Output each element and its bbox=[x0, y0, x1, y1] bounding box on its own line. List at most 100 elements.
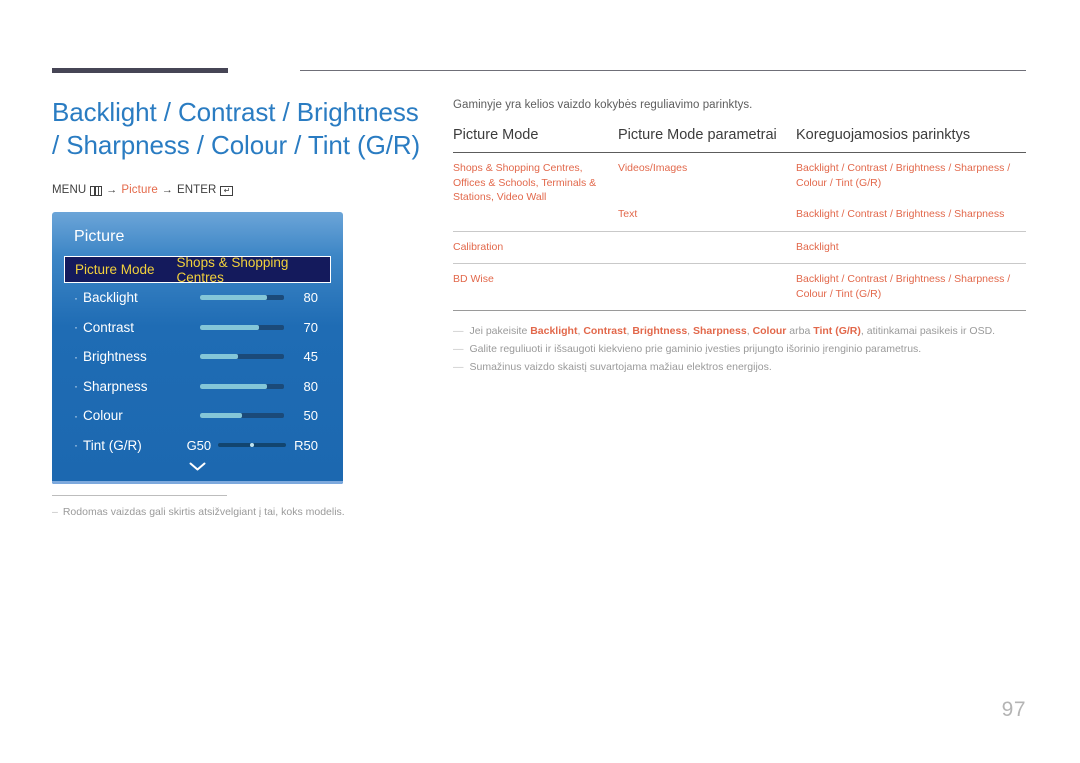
cell-mode: Calibration bbox=[453, 240, 504, 253]
slider-track bbox=[200, 383, 284, 389]
cell-adjustable: Backlight bbox=[796, 240, 839, 253]
cell-mode: Shops & Shopping Centres, Offices & Scho… bbox=[453, 162, 597, 203]
col-header-parameters: Picture Mode parametrai bbox=[618, 127, 777, 143]
backlight-slider[interactable] bbox=[200, 295, 284, 301]
col-header-picture-mode: Picture Mode bbox=[453, 127, 539, 143]
brightness-slider[interactable] bbox=[200, 354, 284, 360]
footnote-dash: — bbox=[453, 361, 464, 373]
slider-track bbox=[200, 324, 284, 330]
slider-fill bbox=[200, 383, 268, 389]
slider-fill bbox=[200, 413, 242, 419]
footnote-text: Galite reguliuoti ir išsaugoti kiekvieno… bbox=[469, 343, 922, 355]
bullet-icon: · bbox=[74, 290, 78, 305]
tint-right-value: R50 bbox=[294, 437, 318, 453]
footnote-dash: – bbox=[52, 506, 58, 518]
footnote-highlight: Tint (G/R) bbox=[813, 325, 861, 337]
osd-menu-list: Picture Mode Shops & Shopping Centres · … bbox=[52, 255, 343, 461]
osd-row-picture-mode[interactable]: Picture Mode Shops & Shopping Centres bbox=[64, 255, 331, 285]
tint-slider[interactable] bbox=[218, 443, 287, 448]
left-column: Backlight / Contrast / Brightness / Shar… bbox=[52, 96, 432, 196]
osd-row-label: Picture Mode bbox=[75, 262, 155, 277]
sharpness-slider[interactable] bbox=[200, 383, 284, 389]
menu-label: MENU bbox=[52, 184, 87, 196]
cell-param bbox=[618, 231, 796, 264]
slider-fill bbox=[200, 324, 259, 330]
footnote-dash: — bbox=[453, 325, 464, 337]
col-header-adjustable: Koreguojamosios parinktys bbox=[796, 127, 971, 143]
cell-adjustable: Backlight / Contrast / Brightness / Shar… bbox=[796, 273, 1011, 300]
footnote-text: Rodomas vaizdas gali skirtis atsižvelgia… bbox=[62, 506, 345, 518]
menu-breadcrumb: MENU → Picture → ENTER ↵ bbox=[52, 184, 432, 196]
bullet-icon: · bbox=[74, 349, 78, 364]
footnote-line: — Sumažinus vaizdo skaistį suvartojama m… bbox=[453, 358, 1026, 376]
osd-row-value: 50 bbox=[303, 408, 318, 424]
table-body: Shops & Shopping Centres, Offices & Scho… bbox=[453, 153, 1026, 311]
header-rule-thick bbox=[52, 68, 228, 73]
osd-row-value: 45 bbox=[303, 349, 318, 365]
table-row: Shops & Shopping Centres, Offices & Scho… bbox=[453, 153, 1026, 203]
osd-row-backlight[interactable]: · Backlight 80 bbox=[52, 283, 343, 313]
chevron-down-icon[interactable] bbox=[52, 460, 343, 473]
osd-row-label: Contrast bbox=[83, 319, 135, 335]
enter-label: ENTER bbox=[176, 184, 217, 196]
osd-row-label: Colour bbox=[83, 408, 123, 424]
bullet-icon: · bbox=[74, 438, 78, 453]
footnote-line: — Jei pakeisite Backlight, Contrast, Bri… bbox=[453, 322, 1026, 340]
slider-fill bbox=[200, 295, 268, 301]
osd-row-sharpness[interactable]: · Sharpness 80 bbox=[52, 372, 343, 402]
arrow-right-icon-2: → bbox=[161, 183, 173, 196]
osd-row-label: Backlight bbox=[83, 290, 138, 306]
header-rules bbox=[52, 68, 1026, 74]
osd-row-label: Brightness bbox=[83, 349, 147, 365]
slider-track bbox=[200, 413, 284, 419]
menu-grid-icon bbox=[90, 186, 103, 196]
right-footnotes: — Jei pakeisite Backlight, Contrast, Bri… bbox=[453, 322, 1026, 376]
osd-row-colour[interactable]: · Colour 50 bbox=[52, 401, 343, 431]
cell-param: Text bbox=[618, 208, 638, 220]
osd-row-label: Tint (G/R) bbox=[83, 437, 142, 453]
osd-picture-panel[interactable]: Picture Picture Mode Shops & Shopping Ce… bbox=[52, 212, 343, 484]
left-footnote: – Rodomas vaizdas gali skirtis atsižvelg… bbox=[52, 495, 392, 519]
footnote-highlight: Colour bbox=[752, 325, 787, 337]
header-rule-thin bbox=[300, 70, 1026, 71]
table-header-row: Picture Mode Picture Mode parametrai Kor… bbox=[453, 127, 1026, 153]
osd-row-contrast[interactable]: · Contrast 70 bbox=[52, 313, 343, 343]
arrow-right-icon-1: → bbox=[106, 183, 118, 196]
osd-row-tint[interactable]: · Tint (G/R) G50 R50 bbox=[52, 431, 343, 461]
bullet-icon: · bbox=[74, 320, 78, 335]
bullet-icon: · bbox=[74, 379, 78, 394]
footnote-highlight: Contrast bbox=[583, 325, 627, 337]
footnote-highlight: Brightness bbox=[632, 325, 688, 337]
breadcrumb-node-picture[interactable]: Picture bbox=[121, 184, 158, 196]
slider-track bbox=[200, 295, 284, 301]
colour-slider[interactable] bbox=[200, 413, 284, 419]
footnote-rule bbox=[52, 495, 227, 496]
cell-adjustable: Backlight / Contrast / Brightness / Shar… bbox=[796, 162, 1011, 189]
enter-key-icon: ↵ bbox=[220, 186, 234, 196]
cell-adjustable: Backlight / Contrast / Brightness / Shar… bbox=[796, 208, 1005, 220]
contrast-slider[interactable] bbox=[200, 324, 284, 330]
right-column: Gaminyje yra kelios vaizdo kokybės regul… bbox=[453, 99, 1026, 376]
slider-fill bbox=[200, 354, 238, 360]
slider-track bbox=[200, 354, 284, 360]
cell-param bbox=[618, 264, 796, 311]
osd-row-value: 70 bbox=[303, 319, 318, 335]
footnote-highlight: Backlight bbox=[530, 325, 578, 337]
osd-row-value: 80 bbox=[303, 378, 318, 394]
osd-row-brightness[interactable]: · Brightness 45 bbox=[52, 342, 343, 372]
picture-mode-table: Picture Mode Picture Mode parametrai Kor… bbox=[453, 127, 1026, 311]
osd-panel-title: Picture bbox=[74, 228, 125, 245]
osd-row-label: Sharpness bbox=[83, 378, 148, 394]
table-row: BD Wise Backlight / Contrast / Brightnes… bbox=[453, 264, 1026, 311]
page-number: 97 bbox=[1001, 698, 1026, 721]
footnote-highlight: Sharpness bbox=[693, 325, 747, 337]
tint-left-value: G50 bbox=[186, 437, 212, 453]
footnote-text: Jei pakeisite Backlight, Contrast, Brigh… bbox=[469, 325, 996, 337]
table-row: Calibration Backlight bbox=[453, 231, 1026, 264]
bullet-icon: · bbox=[74, 408, 78, 423]
intro-paragraph: Gaminyje yra kelios vaizdo kokybės regul… bbox=[453, 99, 753, 111]
cell-param: Videos/Images bbox=[618, 162, 688, 174]
footnote-line: — Galite reguliuoti ir išsaugoti kiekvie… bbox=[453, 340, 1026, 358]
footnote-text: Sumažinus vaizdo skaistį suvartojama maž… bbox=[469, 361, 772, 373]
cell-mode: BD Wise bbox=[453, 273, 494, 285]
